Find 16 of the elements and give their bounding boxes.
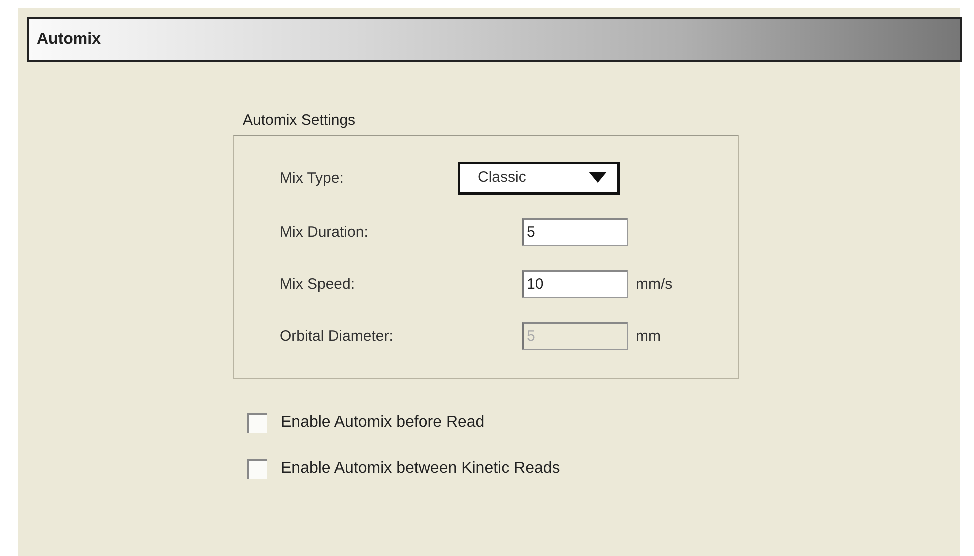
caret-icon (589, 172, 607, 183)
checkbox[interactable] (247, 413, 267, 433)
field-label: Mix Speed: (280, 276, 356, 292)
group-title: Automix Settings (243, 112, 356, 129)
unit-label: mm/s (636, 276, 673, 292)
mix-type-dropdown[interactable]: Classic (458, 162, 620, 194)
checkbox[interactable] (247, 459, 267, 479)
input-field[interactable]: 10 (522, 270, 628, 298)
checkbox-label: Enable Automix before Read (281, 414, 485, 432)
field-label: Orbital Diameter: (280, 328, 394, 344)
unit-label: mm (636, 328, 661, 344)
field-label: Mix Duration: (280, 224, 370, 240)
checkbox-label: Enable Automix between Kinetic Reads (281, 460, 560, 478)
field-label: Mix Type: (280, 170, 345, 186)
input-field[interactable]: 5 (522, 218, 628, 246)
section-header: Automix (27, 17, 962, 62)
